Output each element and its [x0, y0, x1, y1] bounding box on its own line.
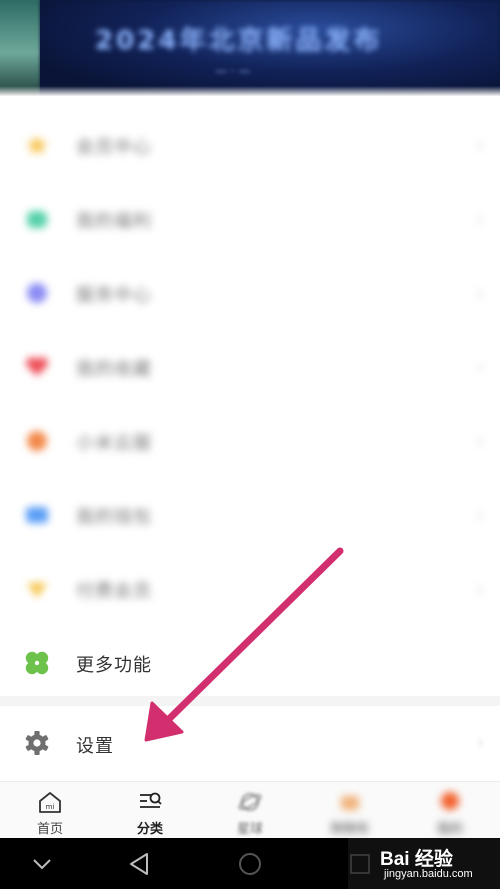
tab-cart[interactable]: 购物车 [300, 782, 400, 839]
cart-icon [341, 796, 359, 810]
chevron-right-icon: › [476, 209, 484, 230]
menu-item-label: 我的福利 [76, 211, 152, 232]
menu-item-label: 会员中心 [76, 137, 152, 158]
service-icon [27, 283, 47, 303]
watermark-logo: Bai 经验 [380, 849, 453, 870]
tab-category[interactable]: 分类 [100, 782, 200, 839]
menu-item-paid-member[interactable]: 付费会员 › [0, 552, 500, 626]
planet-icon [238, 793, 262, 811]
menu-item-label: 我的钱包 [76, 507, 152, 528]
menu-item-label: 服务中心 [76, 285, 152, 306]
star-icon [26, 135, 48, 155]
menu-item-welfare[interactable]: 我的福利 › [0, 182, 500, 256]
mi-home-icon: mi [39, 792, 61, 813]
back-triangle-icon[interactable] [121, 846, 157, 882]
crown-icon [27, 583, 47, 598]
tab-profile[interactable]: 我的 [400, 782, 500, 839]
settings-label: 设置 [76, 736, 114, 757]
menu-item-service[interactable]: 服务中心 › [0, 256, 500, 330]
banner-side-image [0, 0, 40, 96]
menu-item-label: 付费会员 [76, 581, 152, 602]
svg-text:mi: mi [46, 803, 55, 811]
banner-fade [0, 86, 500, 96]
menu-item-wallet[interactable]: 我的钱包 › [0, 478, 500, 552]
menu-list: 会员中心 › 我的福利 › 服务中心 › 我的收藏 › 小米云服 › 我的钱包 … [0, 108, 500, 700]
chevron-right-icon: › [476, 732, 484, 753]
wallet-icon [26, 507, 48, 523]
profile-icon [441, 792, 459, 810]
tab-label: 分类 [136, 822, 163, 837]
chevron-down-icon[interactable] [24, 846, 60, 882]
menu-item-more-features[interactable]: 更多功能 [0, 626, 500, 700]
menu-item-member-center[interactable]: 会员中心 › [0, 108, 500, 182]
cloud-icon [27, 431, 47, 451]
section-divider [0, 696, 500, 706]
tab-label: 购物车 [330, 822, 370, 837]
chevron-right-icon: › [476, 135, 484, 156]
tab-label: 首页 [36, 822, 63, 837]
menu-item-label: 更多功能 [76, 655, 152, 676]
menu-item-label: 小米云服 [76, 433, 152, 454]
heart-icon [26, 357, 48, 376]
watermark-url: jingyan.baidu.com [384, 868, 473, 880]
chevron-right-icon: › [476, 505, 484, 526]
chevron-right-icon: › [476, 579, 484, 600]
chevron-right-icon: › [476, 357, 484, 378]
category-search-icon [140, 792, 162, 808]
bottom-tab-bar: mi 首页 分类 星球 购物车 我的 [0, 781, 500, 838]
app-screen: 2024年北京新品发布 — · — 会员中心 › 我的福利 › 服务中心 › 我… [0, 0, 500, 889]
clover-icon [25, 651, 49, 675]
menu-item-cloud[interactable]: 小米云服 › [0, 404, 500, 478]
menu-item-label: 我的收藏 [76, 359, 152, 380]
tab-label: 我的 [436, 822, 463, 837]
baidu-jingyan-watermark: Bai 经验 jingyan.baidu.com [348, 838, 500, 889]
gear-icon [25, 731, 49, 755]
tab-home[interactable]: mi 首页 [0, 782, 100, 839]
menu-item-favorites[interactable]: 我的收藏 › [0, 330, 500, 404]
tab-planet[interactable]: 星球 [200, 782, 300, 839]
settings-item[interactable]: 设置 › [0, 708, 500, 780]
chevron-right-icon: › [476, 283, 484, 304]
chevron-right-icon: › [476, 431, 484, 452]
banner-subtitle: — · — [215, 64, 251, 78]
banner-title: 2024年北京新品发布 [95, 26, 383, 56]
home-circle-icon[interactable] [232, 846, 268, 882]
tab-label: 星球 [236, 822, 263, 837]
gift-icon [27, 211, 47, 228]
promo-banner[interactable]: 2024年北京新品发布 — · — [0, 0, 500, 96]
